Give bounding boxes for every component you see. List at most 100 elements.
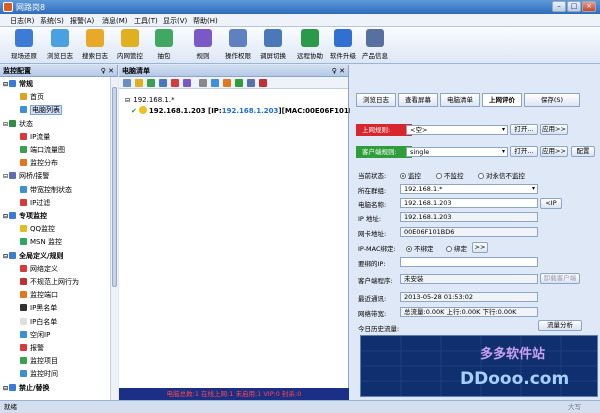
tree-item[interactable]: 首页 xyxy=(20,92,44,102)
tree-item[interactable]: 电脑列表 xyxy=(20,105,62,116)
tree-item[interactable]: 监控端口 xyxy=(20,290,58,300)
uninstall-client-button[interactable]: 卸载客户端 xyxy=(540,273,580,284)
capture-packet-button[interactable]: 抽包 xyxy=(146,29,182,63)
menu-alarm[interactable]: 报警(A) xyxy=(70,16,94,26)
pin-close-icon[interactable]: ♀ ✕ xyxy=(332,65,345,77)
tree-item[interactable]: 端口流量图 xyxy=(20,145,65,155)
save-button[interactable]: 保存(S) xyxy=(524,93,580,107)
flow-analysis-button[interactable]: 流量分析 xyxy=(538,320,582,331)
client-rule-select[interactable]: single xyxy=(406,147,508,157)
pc-name-input[interactable]: 192.168.1.203 xyxy=(400,198,538,208)
tree-item[interactable]: ⊟ 全局定义/规则 xyxy=(3,251,64,261)
req-ip-input[interactable] xyxy=(400,257,538,267)
tree-item[interactable]: 网络定义 xyxy=(20,264,58,274)
product-info-button[interactable]: 产品信息 xyxy=(357,29,393,63)
tree-item[interactable]: 监控时间 xyxy=(20,369,58,379)
tree-item-label: 全局定义/规则 xyxy=(19,251,64,260)
close-button[interactable]: × xyxy=(582,1,596,12)
collapse-icon[interactable]: ⊟ xyxy=(125,97,131,104)
list-status-bar: 电脑总数:1 在线上网:1 未启用:1 VIP:0 封杀:0 xyxy=(119,388,349,400)
status-bar: 就绪 大写 xyxy=(0,400,600,413)
browse-log-button[interactable]: 浏览日志 xyxy=(42,29,78,63)
client-rule-apply-button[interactable]: 应用>> xyxy=(540,146,568,157)
menu-system[interactable]: 系统(S) xyxy=(40,16,64,26)
scroll-thumb[interactable] xyxy=(112,87,117,287)
rules-button[interactable]: 规则 xyxy=(185,29,221,63)
tree-item-icon xyxy=(20,198,27,206)
export-icon[interactable] xyxy=(223,79,231,87)
search-log-button[interactable]: 搜索日志 xyxy=(77,29,113,63)
tree-item-icon xyxy=(9,251,16,259)
tree-item[interactable]: 报警 xyxy=(20,343,44,353)
edit-icon[interactable] xyxy=(147,79,155,87)
status-no-monitor-radio[interactable]: 不监控 xyxy=(436,170,464,180)
tree-item[interactable]: ⊟ 专项监控 xyxy=(3,211,47,221)
operation-permission-button[interactable]: 操作权限 xyxy=(220,29,256,63)
tab-view-screen[interactable]: 查看屏幕 xyxy=(398,93,438,107)
add-computer-icon[interactable] xyxy=(135,79,143,87)
tree-item[interactable]: ⊟ 网桥/接警 xyxy=(3,171,49,181)
tree-item[interactable]: 监控分布 xyxy=(20,158,58,168)
tree-item[interactable]: ⊟ 状态 xyxy=(3,119,33,129)
status-exempt-radio[interactable]: 对永信不监控 xyxy=(478,170,525,180)
tree-item[interactable]: QQ监控 xyxy=(20,224,55,234)
tree-item[interactable]: ⊟ 常规 xyxy=(3,79,33,89)
tree-item[interactable]: IP白名单 xyxy=(20,317,57,327)
tree-item[interactable]: IP黑名单 xyxy=(20,303,57,313)
tab-online-rating[interactable]: 上网评价 xyxy=(482,93,522,107)
status-monitor-radio[interactable]: 监控 xyxy=(400,170,421,180)
filter-icon[interactable] xyxy=(183,79,191,87)
intranet-control-button[interactable]: 内网管控 xyxy=(112,29,148,63)
move-icon[interactable] xyxy=(159,79,167,87)
fill-ip-button[interactable]: <IP xyxy=(540,198,562,209)
toolbar-label: 搜索日志 xyxy=(82,52,108,60)
minimize-button[interactable]: – xyxy=(552,1,566,12)
pin-close-icon[interactable]: ♀ ✕ xyxy=(101,65,114,77)
menu-tools[interactable]: 工具(T) xyxy=(134,16,158,26)
bind-none-radio[interactable]: 不绑定 xyxy=(406,243,434,253)
tree-root[interactable]: ⊟ 192.168.1.* xyxy=(125,96,175,104)
bind-radio[interactable]: 绑定 xyxy=(446,243,467,253)
pc-name-label: 电脑名称: xyxy=(358,201,387,209)
screen-switch-button[interactable]: 调屏切换 xyxy=(255,29,291,63)
tree-item[interactable]: 监控项目 xyxy=(20,356,58,366)
menu-bar: 日志(R) 系统(S) 报警(A) 消息(M) 工具(T) 显示(V) 帮助(H… xyxy=(0,14,600,27)
tree-item[interactable]: 空闲IP xyxy=(20,330,50,340)
restore-scene-button[interactable]: 现场还原 xyxy=(6,29,42,63)
client-rule-open-button[interactable]: 打开... xyxy=(510,146,538,157)
bind-more-button[interactable]: >> xyxy=(472,242,488,253)
online-rule-open-button[interactable]: 打开... xyxy=(510,124,538,135)
tree-item[interactable]: IP过滤 xyxy=(20,198,50,208)
computer-row[interactable]: ✔ 192.168.1.203 [IP:192.168.1.203][MAC:00… xyxy=(131,106,368,115)
browse-log-icon xyxy=(51,29,69,47)
refresh-icon[interactable] xyxy=(211,79,219,87)
tree-item-label: 状态 xyxy=(19,119,33,128)
delete-icon[interactable] xyxy=(171,79,179,87)
remote-assist-button[interactable]: 远程协助 xyxy=(292,29,328,63)
menu-log[interactable]: 日志(R) xyxy=(10,16,34,26)
add-group-icon[interactable] xyxy=(123,79,131,87)
online-rule-select[interactable]: <空> xyxy=(406,125,508,135)
find-icon[interactable] xyxy=(247,79,255,87)
menu-view[interactable]: 显示(V) xyxy=(163,16,187,26)
menu-message[interactable]: 消息(M) xyxy=(102,16,128,26)
client-rule-config-button[interactable]: 配置 xyxy=(571,146,595,157)
menu-help[interactable]: 帮助(H) xyxy=(193,16,218,26)
import-icon[interactable] xyxy=(235,79,243,87)
tree-item[interactable]: IP流量 xyxy=(20,132,50,142)
tree-item[interactable]: 不规范上网行为 xyxy=(20,277,79,287)
tab-computer-list[interactable]: 电脑清单 xyxy=(440,93,480,107)
tree-item[interactable]: 带宽控制状态 xyxy=(20,185,72,195)
panel-header: 监控配置 ♀ ✕ xyxy=(0,65,117,77)
stop-icon[interactable] xyxy=(259,79,267,87)
maximize-button[interactable]: □ xyxy=(567,1,581,12)
left-scrollbar[interactable] xyxy=(110,77,118,400)
software-upgrade-button[interactable]: 软件升级 xyxy=(325,29,361,63)
tab-browse-log[interactable]: 浏览日志 xyxy=(356,93,396,107)
tree-item[interactable]: MSN 监控 xyxy=(20,237,62,247)
online-rule-apply-button[interactable]: 应用>> xyxy=(540,124,568,135)
tree-item-icon xyxy=(20,185,27,193)
settings-icon[interactable] xyxy=(199,79,207,87)
tree-item[interactable]: ⊟ 禁止/替换 xyxy=(3,383,50,393)
group-select[interactable]: 192.168.1.* xyxy=(400,184,538,194)
